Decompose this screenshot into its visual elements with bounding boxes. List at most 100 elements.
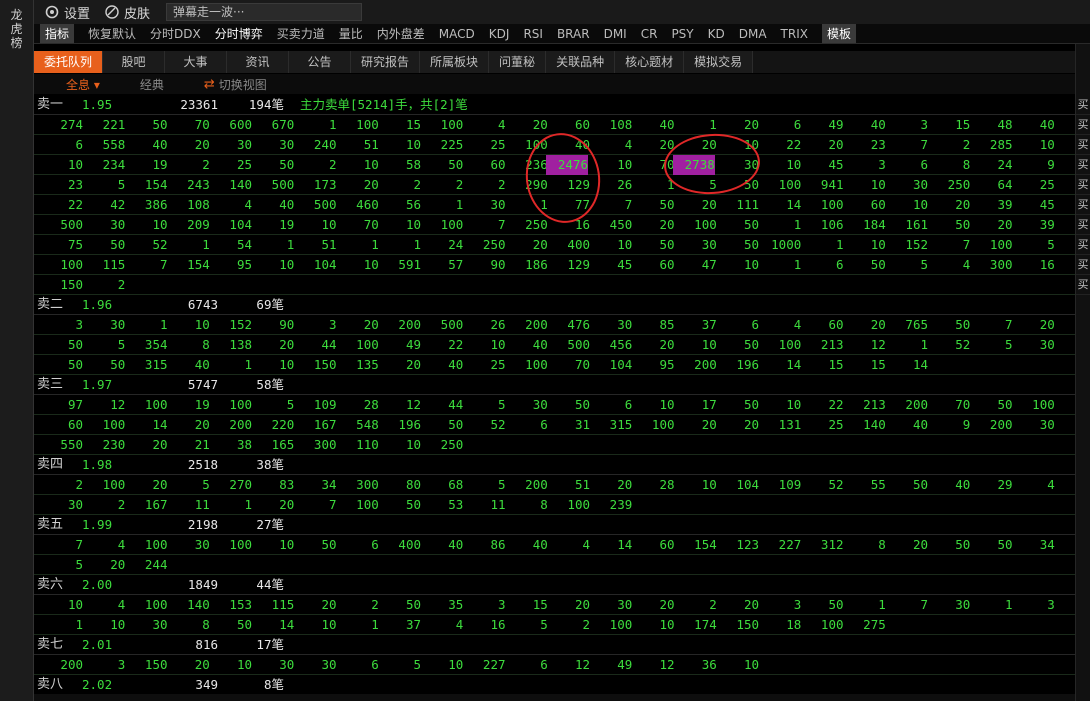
tab-news[interactable]: 资讯 xyxy=(227,51,290,73)
queue-order-cell: 40 xyxy=(955,477,971,492)
indicator-item[interactable]: 买卖力道 xyxy=(277,25,325,42)
queue-order-cell: 15 xyxy=(955,117,971,132)
price-level-row[interactable]: 卖一 1.95 23361 194笔 主力卖单[5214]手，共[2]笔 xyxy=(34,95,1075,115)
queue-order-cell: 19 xyxy=(194,397,210,412)
queue-order-cell: 150 xyxy=(736,617,759,632)
tab-events[interactable]: 大事 xyxy=(165,51,228,73)
order-count-value: 194 xyxy=(248,97,272,112)
indicator-item[interactable]: BRAR xyxy=(557,27,590,41)
queue-order-cell: 30 xyxy=(617,317,633,332)
indicator-item[interactable]: CR xyxy=(641,27,658,41)
queue-order-cell: 60 xyxy=(490,157,506,172)
order-queue-grid[interactable]: 卖一 1.95 23361 194笔 主力卖单[5214]手，共[2]笔 274 221 50… xyxy=(34,95,1075,695)
indicator-item[interactable]: KD xyxy=(708,27,725,41)
queue-order-cell: 165 xyxy=(271,437,295,452)
queue-order-cell: 670 xyxy=(271,117,295,132)
view-sub-bar: 全息 ▾ 经典 ⇄ 切换视图 xyxy=(34,74,1090,94)
queue-order-cell: 20 xyxy=(363,317,379,332)
queue-order-cell: 3 xyxy=(75,317,83,332)
tab-related[interactable]: 关联品种 xyxy=(546,51,616,73)
level-volume: 23361 xyxy=(180,97,218,112)
queue-order-cell: 100 xyxy=(651,417,675,432)
tab-core-topics[interactable]: 核心题材 xyxy=(615,51,685,73)
level-order-count: 38笔 xyxy=(234,455,284,475)
tab-sectors[interactable]: 所属板块 xyxy=(420,51,490,73)
skin-button[interactable]: 皮肤 xyxy=(104,3,150,22)
template-button[interactable]: 模板 xyxy=(821,24,856,43)
indicator-lead-button[interactable]: 指标 xyxy=(40,24,75,43)
queue-order-cell: 100 xyxy=(144,537,168,552)
queue-order-cell: 20 xyxy=(152,437,168,452)
tab-sim-trading[interactable]: 模拟交易 xyxy=(684,51,754,73)
queue-order-cell: 123 xyxy=(736,537,759,552)
queue-order-cell: 1 xyxy=(413,237,421,252)
queue-order-cell: 6 xyxy=(624,397,633,412)
queue-order-cell: 50 xyxy=(405,597,421,612)
queue-order-cell: 30 xyxy=(955,597,971,612)
queue-order-cell: 25 xyxy=(490,357,506,372)
queue-order-cell: 2 xyxy=(202,157,210,172)
queue-order-cell: 1 xyxy=(75,617,83,632)
level-volume: 5747 xyxy=(187,377,218,392)
queue-order-cell: 53 xyxy=(448,497,464,512)
queue-order-cell: 16 xyxy=(1039,257,1055,272)
queue-order-cell: 131 xyxy=(778,417,802,432)
indicator-item[interactable]: 恢复默认 xyxy=(88,25,136,42)
price-level-row[interactable]: 卖二 1.96 6743 69笔 xyxy=(34,295,1075,315)
settings-button[interactable]: 设置 xyxy=(44,3,90,22)
view-all-dropdown[interactable]: 全息 ▾ xyxy=(66,76,100,93)
longhubang-sidebar[interactable]: 龙 虎 榜 xyxy=(0,0,34,701)
queue-order-cell: 20 xyxy=(701,417,717,432)
queue-order-cell: 30 xyxy=(236,137,252,152)
tab-guba[interactable]: 股吧 xyxy=(103,51,166,73)
queue-order-cell: 100 xyxy=(102,417,126,432)
queue-order-cell: 100 xyxy=(609,617,633,632)
indicator-item[interactable]: PSY xyxy=(671,27,693,41)
tab-ask-secretary[interactable]: 问董秘 xyxy=(489,51,547,73)
indicator-item[interactable]: DMI xyxy=(604,27,627,41)
queue-order-cell: 100 xyxy=(525,137,548,152)
queue-order-cell: 10 xyxy=(405,437,421,452)
queue-order-cell: 196 xyxy=(736,357,759,372)
queue-order-cell: 10 xyxy=(617,157,633,172)
queue-order-cell: 25 xyxy=(236,157,252,172)
level-order-count: 44笔 xyxy=(234,575,284,595)
price-level-row[interactable]: 卖八 2.02 349 8笔 xyxy=(34,675,1075,695)
indicator-item[interactable]: MACD xyxy=(439,27,475,41)
indicator-item[interactable]: 分时DDX xyxy=(150,25,201,42)
queue-order-cell: 10 xyxy=(67,597,83,612)
indicator-item[interactable]: KDJ xyxy=(489,27,510,41)
price-level-row[interactable]: 卖六 2.00 1849 44笔 xyxy=(34,575,1075,595)
indicator-item[interactable]: 量比 xyxy=(339,25,363,42)
indicator-item[interactable]: RSI xyxy=(523,27,543,41)
level-name: 卖六 xyxy=(37,577,64,592)
price-level-row[interactable]: 卖三 1.97 5747 58笔 xyxy=(34,375,1075,395)
queue-order-cell: 12 xyxy=(870,337,886,352)
switch-view-button[interactable]: ⇄ 切换视图 xyxy=(204,76,267,93)
queue-order-cell: 30 xyxy=(67,497,83,512)
queue-order-cell: 227 xyxy=(482,657,506,672)
price-level-row[interactable]: 卖七 2.01 816 17笔 xyxy=(34,635,1075,655)
queue-order-cell: 6 xyxy=(835,257,844,272)
view-classic[interactable]: 经典 xyxy=(140,76,164,93)
order-count-value: 69 xyxy=(256,297,272,312)
queue-order-cell: 386 xyxy=(144,197,168,212)
tab-research[interactable]: 研究报告 xyxy=(351,51,421,73)
tab-order-queue[interactable]: 委托队列 xyxy=(34,51,104,73)
queue-order-cell: 60 xyxy=(828,317,844,332)
queue-order-cell: 10 xyxy=(405,217,421,232)
queue-order-cell: 86 xyxy=(490,537,506,552)
queue-order-cell: 174 xyxy=(694,617,717,632)
indicator-item-active[interactable]: 分时博弈 xyxy=(215,25,263,42)
queue-order-cell: 14 xyxy=(786,357,802,372)
indicator-item[interactable]: 内外盘差 xyxy=(377,25,425,42)
queue-order-cell: 20 xyxy=(194,657,210,672)
queue-order-cell: 50 xyxy=(574,397,590,412)
price-level-row[interactable]: 卖五 1.99 2198 27笔 xyxy=(34,515,1075,535)
tab-announcements[interactable]: 公告 xyxy=(289,51,352,73)
price-level-row[interactable]: 卖四 1.98 2518 38笔 xyxy=(34,455,1075,475)
indicator-item[interactable]: TRIX xyxy=(781,27,808,41)
danmaku-input[interactable]: 弹幕走一波··· xyxy=(166,3,363,21)
queue-order-cell: 100 xyxy=(102,477,126,492)
indicator-item[interactable]: DMA xyxy=(739,27,767,41)
